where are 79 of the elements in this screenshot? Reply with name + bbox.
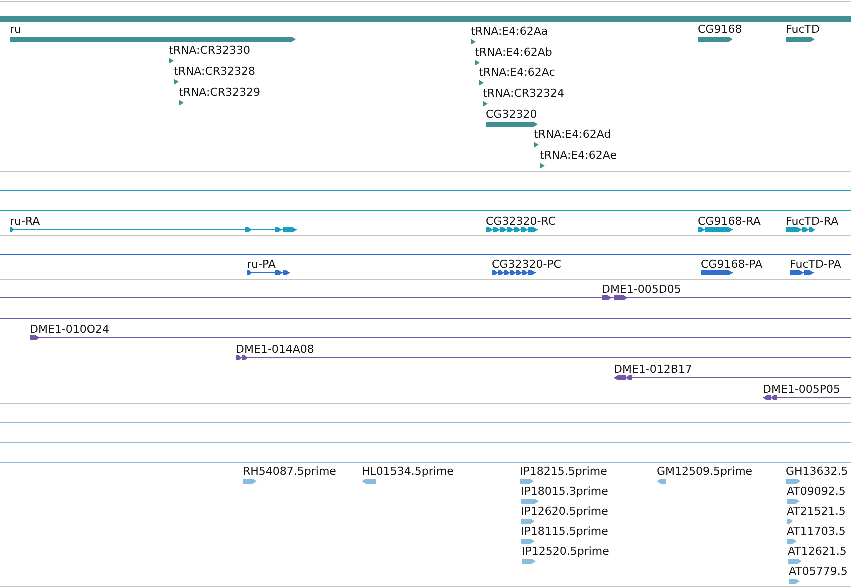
feature-label: IP12620.5prime	[521, 505, 608, 518]
feature-label: FucTD	[786, 23, 820, 36]
est-arrow-icon[interactable]	[657, 479, 666, 484]
est-arrow-icon[interactable]	[789, 579, 800, 584]
triangle-icon[interactable]	[475, 60, 480, 66]
feature-label: DME1-012B17	[614, 363, 692, 376]
clone-drawing[interactable]	[614, 376, 851, 380]
feature-label: tRNA:E4:62Ab	[475, 46, 552, 59]
transcript-drawing[interactable]	[790, 270, 814, 276]
feature-label: AT05779.5	[789, 565, 848, 578]
feature-label: IP18215.5prime	[520, 465, 608, 478]
feature-label: tRNA:E4:62Aa	[471, 25, 548, 38]
feature-label: tRNA:CR32324	[483, 87, 565, 100]
est-arrow-icon[interactable]	[787, 499, 800, 504]
transcript-drawing[interactable]	[486, 228, 538, 232]
est-arrow-icon[interactable]	[521, 539, 535, 544]
feature-label: ru-RA	[10, 215, 40, 228]
feature-label: DME1-014A08	[236, 343, 314, 356]
est-arrow-icon[interactable]	[521, 519, 535, 524]
triangle-icon[interactable]	[483, 101, 488, 107]
feature-label: CG9168-PA	[701, 258, 763, 271]
transcript-drawing[interactable]	[701, 270, 733, 276]
transcript-drawing[interactable]	[698, 228, 733, 232]
feature-label: tRNA:CR32329	[179, 86, 261, 99]
feature-label: tRNA:E4:62Ac	[479, 66, 556, 79]
clone-drawing[interactable]	[763, 396, 851, 400]
triangle-icon[interactable]	[471, 39, 476, 45]
clone-drawing[interactable]	[30, 336, 851, 340]
est-arrow-icon[interactable]	[786, 479, 801, 484]
feature-label: IP18015.3prime	[521, 485, 608, 498]
clone-drawing[interactable]	[0, 296, 851, 300]
gene-bar[interactable]	[486, 122, 538, 127]
feature-label: CG32320-RC	[486, 215, 556, 228]
triangle-icon[interactable]	[169, 58, 174, 64]
feature-label: FucTD-RA	[786, 215, 839, 228]
clone-drawing[interactable]	[236, 356, 851, 360]
feature-label: CG32320	[486, 108, 538, 121]
feature-label: tRNA:E4:62Ad	[534, 128, 612, 141]
feature-label: AT11703.5	[787, 525, 846, 538]
feature-label: ru	[10, 23, 22, 36]
transcript-drawing[interactable]	[492, 270, 536, 276]
feature-label: DME1-005D05	[602, 283, 682, 296]
feature-label: CG9168	[698, 23, 742, 36]
feature-label: IP12520.5prime	[522, 545, 610, 558]
feature-label: GH13632.5	[786, 465, 848, 478]
feature-label: IP18115.5prime	[521, 525, 608, 538]
est-arrow-icon[interactable]	[362, 479, 376, 484]
triangle-icon[interactable]	[179, 100, 184, 106]
feature-label: tRNA:E4:62Ae	[540, 149, 617, 162]
feature-label: HL01534.5prime	[362, 465, 454, 478]
feature-label: GM12509.5prime	[657, 465, 753, 478]
est-arrow-icon[interactable]	[787, 519, 793, 524]
feature-label: DME1-010O24	[30, 323, 110, 336]
feature-label: tRNA:CR32328	[174, 65, 256, 78]
est-arrow-icon[interactable]	[520, 479, 534, 484]
est-arrow-icon[interactable]	[521, 499, 539, 504]
triangle-icon[interactable]	[540, 163, 545, 169]
triangle-icon[interactable]	[174, 79, 179, 85]
feature-label: CG32320-PC	[492, 258, 562, 271]
transcript-drawing[interactable]	[786, 228, 815, 232]
feature-label: ru-PA	[247, 258, 276, 271]
est-arrow-icon[interactable]	[243, 479, 257, 484]
feature-label: CG9168-RA	[698, 215, 761, 228]
feature-label: AT12621.5	[788, 545, 847, 558]
triangle-icon[interactable]	[479, 80, 484, 86]
est-arrow-icon[interactable]	[788, 559, 802, 564]
feature-label: RH54087.5prime	[243, 465, 336, 478]
feature-label: FucTD-PA	[790, 258, 842, 271]
feature-label: AT09092.5	[787, 485, 846, 498]
gene-bar[interactable]	[698, 37, 733, 42]
feature-label: DME1-005P05	[763, 383, 841, 396]
transcript-drawing[interactable]	[247, 270, 290, 276]
est-arrow-icon[interactable]	[522, 559, 536, 564]
feature-label: tRNA:CR32330	[169, 44, 251, 57]
triangle-icon[interactable]	[534, 142, 539, 148]
gene-bar[interactable]	[786, 37, 815, 42]
feature-label: AT21521.5	[787, 505, 846, 518]
est-arrow-icon[interactable]	[787, 539, 797, 544]
transcript-drawing[interactable]	[10, 228, 297, 232]
